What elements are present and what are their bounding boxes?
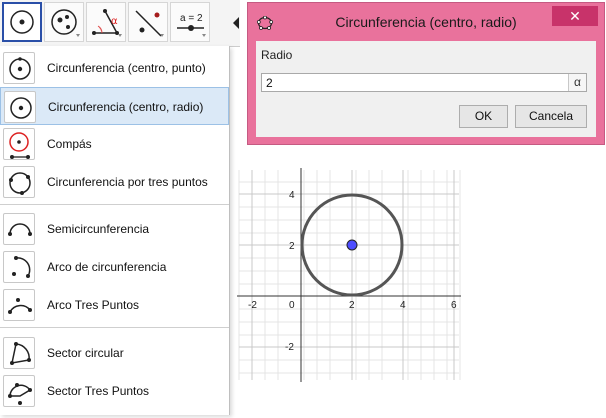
three-point-sector-icon xyxy=(3,375,35,407)
menu-item-circle-three-points[interactable]: Circunferencia por tres puntos xyxy=(0,163,229,201)
circle-center-point-tool-button[interactable] xyxy=(2,2,42,42)
menu-item-label: Circunferencia (centro, radio) xyxy=(48,100,204,114)
circular-arc-icon xyxy=(3,251,35,283)
menu-item-semicircle[interactable]: Semicircunferencia xyxy=(0,210,229,248)
center-point[interactable] xyxy=(346,239,358,251)
radius-input[interactable]: 2 α xyxy=(261,73,587,92)
circle-center-point-icon xyxy=(3,52,35,84)
y-tick-label: -2 xyxy=(285,342,294,353)
toolbar: α a = 2 xyxy=(0,0,240,47)
svg-text:α: α xyxy=(111,16,118,27)
x-tick-label: 2 xyxy=(349,300,355,311)
menu-item-label: Circunferencia (centro, punto) xyxy=(47,61,206,75)
menu-separator xyxy=(0,204,229,205)
menu-item-circle-center-radius[interactable]: Circunferencia (centro, radio) xyxy=(0,87,229,125)
toolbar-scroll-left-icon[interactable] xyxy=(232,16,240,30)
menu-item-three-point-arc[interactable]: Arco Tres Puntos xyxy=(0,286,229,324)
menu-item-three-point-sector[interactable]: Sector Tres Puntos xyxy=(0,372,229,410)
menu-item-label: Sector circular xyxy=(47,346,124,360)
circle-with-center-icon xyxy=(10,10,34,34)
y-tick-label: 4 xyxy=(289,190,295,201)
three-point-arc-icon xyxy=(3,289,35,321)
menu-item-circle-center-point[interactable]: Circunferencia (centro, punto) xyxy=(0,49,229,87)
menu-item-label: Compás xyxy=(47,137,92,151)
dialog-title-bar[interactable]: Circunferencia (centro, radio) ✕ xyxy=(248,3,604,41)
y-tick-label: 2 xyxy=(289,241,295,252)
x-tick-label: -2 xyxy=(248,300,257,311)
cancel-button[interactable]: Cancela xyxy=(515,105,587,128)
reflect-tool-button[interactable] xyxy=(128,2,168,42)
points-in-circle-icon xyxy=(51,9,80,37)
dialog-title: Circunferencia (centro, radio) xyxy=(335,14,517,30)
menu-item-label: Arco de circunferencia xyxy=(47,260,167,274)
line-reflect-icon xyxy=(135,10,164,37)
menu-item-label: Circunferencia por tres puntos xyxy=(47,175,208,189)
close-icon[interactable]: ✕ xyxy=(552,6,598,26)
menu-item-label: Sector Tres Puntos xyxy=(47,384,150,398)
ok-button[interactable]: OK xyxy=(459,105,508,128)
slider-icon: a = 2 xyxy=(177,13,206,37)
x-tick-label: 6 xyxy=(451,300,457,311)
angle-alpha-icon: α xyxy=(92,9,122,37)
semicircle-icon xyxy=(3,213,35,245)
menu-item-compass[interactable]: Compás xyxy=(0,125,229,163)
menu-item-circular-sector[interactable]: Sector circular xyxy=(0,334,229,372)
compass-icon xyxy=(3,128,35,160)
angle-tool-button[interactable]: α xyxy=(86,2,126,42)
radius-input-value: 2 xyxy=(266,76,273,90)
svg-text:a = 2: a = 2 xyxy=(180,13,203,24)
circle-radius-dialog: Circunferencia (centro, radio) ✕ Radio 2… xyxy=(247,2,605,145)
circle-center-radius-icon xyxy=(4,91,36,123)
x-tick-label: 0 xyxy=(289,300,295,311)
circular-sector-icon xyxy=(3,337,35,369)
symbol-picker-button[interactable]: α xyxy=(568,74,586,91)
menu-item-label: Arco Tres Puntos xyxy=(47,298,140,312)
circle-three-points-icon xyxy=(3,166,35,198)
x-tick-label: 4 xyxy=(400,300,406,311)
slider-tool-button[interactable]: a = 2 xyxy=(170,2,210,42)
radius-label: Radio xyxy=(261,48,293,62)
point-tools-button[interactable] xyxy=(44,2,84,42)
circle-tools-menu: Circunferencia (centro, punto) Circunfer… xyxy=(0,46,230,415)
menu-separator xyxy=(0,327,229,328)
menu-item-circular-arc[interactable]: Arco de circunferencia xyxy=(0,248,229,286)
dialog-body: Radio 2 α OK Cancela xyxy=(256,41,596,137)
menu-item-label: Semicircunferencia xyxy=(47,222,150,236)
